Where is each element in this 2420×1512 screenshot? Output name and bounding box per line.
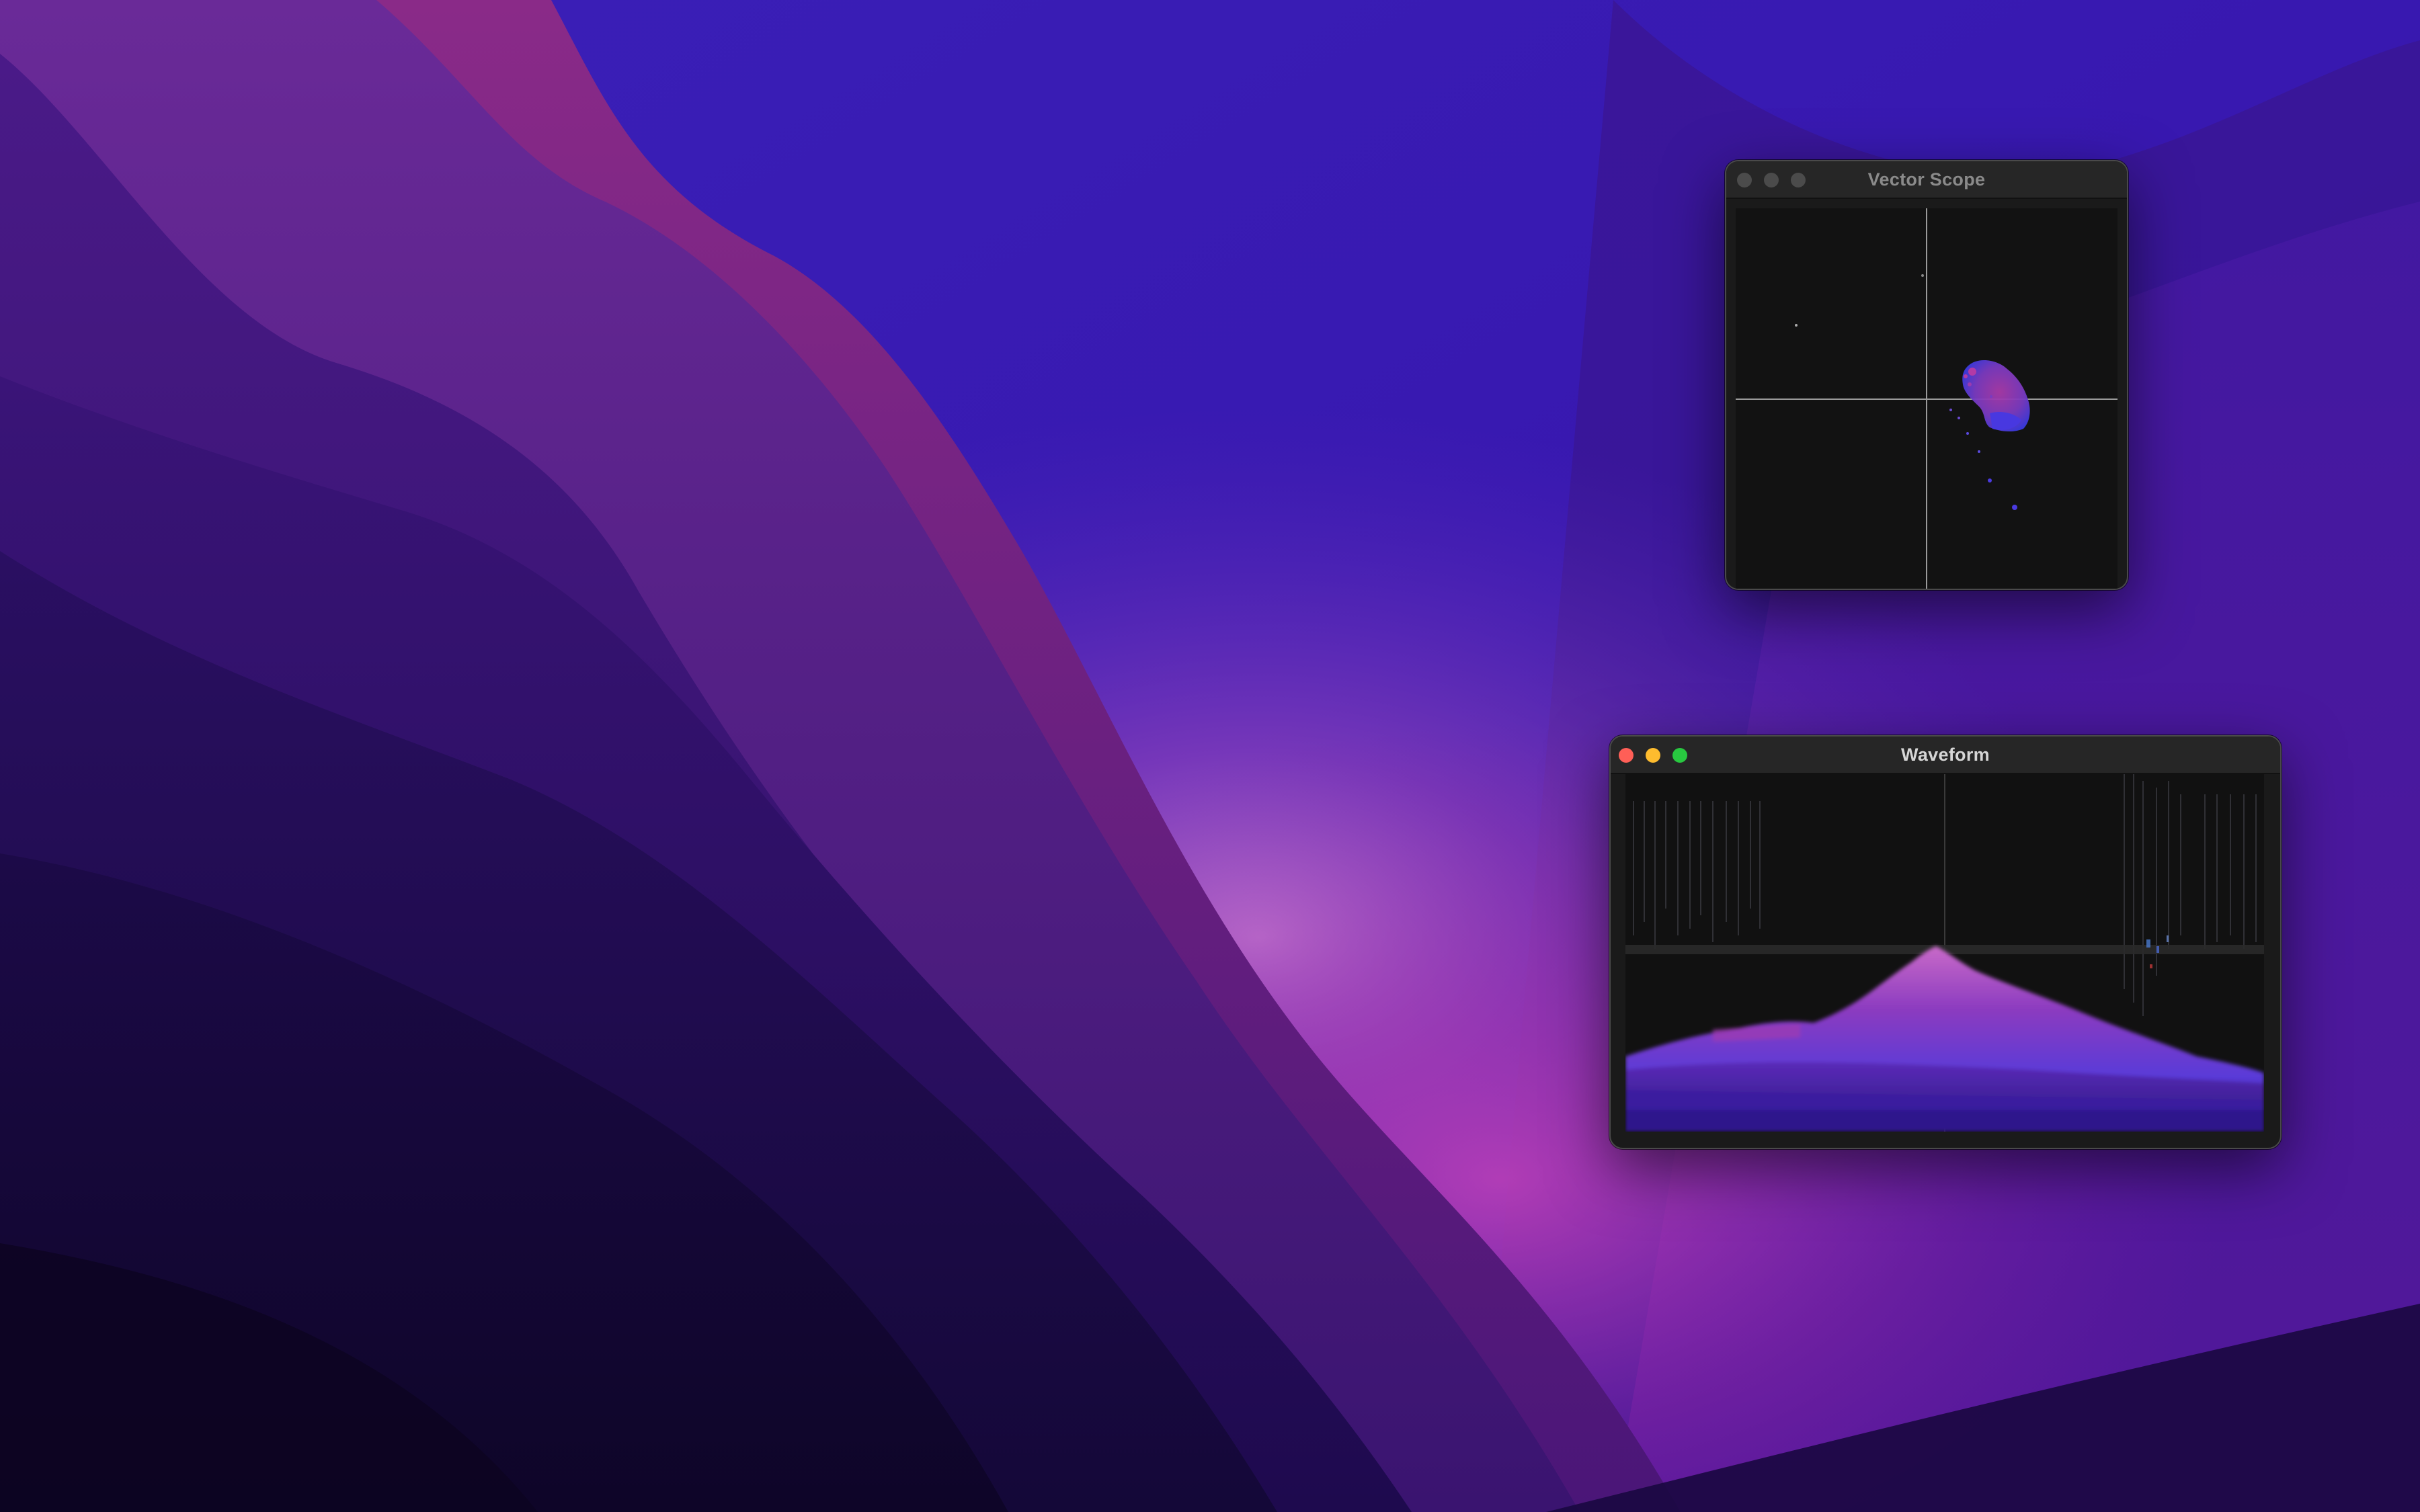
window-title: Waveform [1901,745,1990,765]
desktop: Vector Scope Waveform [0,0,2420,1512]
waveform-titlebar[interactable]: Waveform [1611,737,2280,774]
waveform-window[interactable]: Waveform [1609,735,2282,1149]
window-title: Vector Scope [1867,169,1986,190]
vector-scope-window[interactable]: Vector Scope [1725,160,2128,590]
vector-scope-titlebar[interactable]: Vector Scope [1726,161,2127,199]
vector-scope-display [1736,208,2118,589]
waveform-display [1625,774,2264,1132]
